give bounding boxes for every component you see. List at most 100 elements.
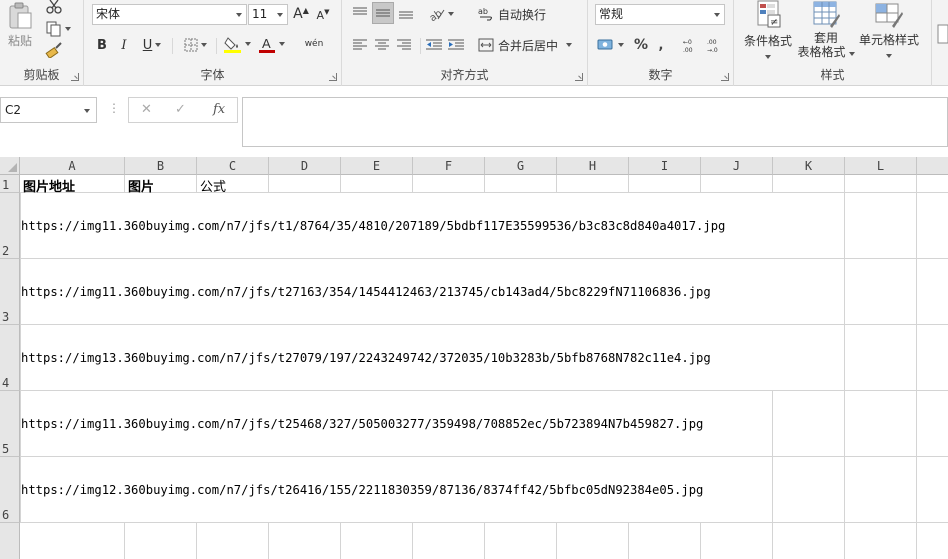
column-header-g[interactable]: G: [485, 157, 557, 175]
row-header-1[interactable]: 1: [0, 175, 20, 193]
increase-decimal-button[interactable]: ←0.00: [680, 35, 702, 55]
align-center-button[interactable]: [372, 35, 392, 55]
cell-a5[interactable]: https://img11.360buyimg.com/n7/jfs/t2546…: [21, 417, 703, 431]
number-launcher-icon[interactable]: [721, 73, 729, 81]
cell-a2[interactable]: https://img11.360buyimg.com/n7/jfs/t1/87…: [21, 219, 725, 233]
paste-button[interactable]: 粘贴: [4, 0, 36, 50]
cell-a1[interactable]: 图片地址: [23, 176, 75, 195]
format-painter-button[interactable]: [42, 41, 66, 59]
formula-input[interactable]: [242, 97, 948, 147]
wrap-text-label: 自动换行: [498, 7, 547, 22]
borders-button[interactable]: [180, 35, 210, 55]
cancel-icon[interactable]: ✕: [141, 102, 152, 117]
increase-font-size-button[interactable]: A ▲: [292, 4, 310, 24]
paste-icon: [9, 2, 32, 28]
italic-icon: I: [121, 37, 127, 53]
decrease-indent-button[interactable]: [424, 35, 444, 55]
column-header-e[interactable]: E: [341, 157, 413, 175]
formula-bar-grip-icon[interactable]: ⋮: [108, 102, 120, 114]
format-as-table-label-2-wrap: 表格格式: [797, 45, 855, 59]
formula-bar-buttons: ✕ ✓ fx: [128, 97, 238, 123]
row-header-4[interactable]: 4: [0, 325, 20, 391]
comma-style-button[interactable]: ,: [652, 35, 670, 55]
column-header-a[interactable]: A: [20, 157, 125, 175]
column-header-k[interactable]: K: [773, 157, 845, 175]
insert-cells-button[interactable]: [936, 22, 948, 46]
ribbon: 粘贴 剪贴板 宋体 11 A ▲ A ▼ B I U A wén 字体 ab a…: [0, 0, 948, 86]
conditional-formatting-button[interactable]: ≠ 条件格式: [738, 0, 798, 62]
orientation-button[interactable]: ab: [426, 3, 456, 25]
alignment-group: ab ab 自动换行 合并后居中 对齐方式: [342, 0, 588, 86]
row-header-6[interactable]: 6: [0, 457, 20, 523]
phonetic-button[interactable]: wén: [296, 33, 332, 55]
format-as-table-icon: [813, 1, 840, 28]
number-group: 常规 % , ←0.00 .00 →.0 数字: [588, 0, 734, 86]
number-format-value: 常规: [599, 7, 624, 21]
number-format-select[interactable]: 常规: [595, 4, 725, 25]
decrease-decimal-button[interactable]: .00 →.0: [704, 35, 726, 55]
align-right-button[interactable]: [394, 35, 414, 55]
font-separator: [172, 38, 173, 54]
column-header-m[interactable]: [917, 157, 948, 175]
clipboard-launcher-icon[interactable]: [71, 73, 79, 81]
fill-color-button[interactable]: [222, 33, 252, 55]
svg-text:.00: .00: [683, 47, 693, 53]
alignment-launcher-icon[interactable]: [575, 73, 583, 81]
orientation-icon: ab: [429, 8, 444, 21]
cell-styles-button[interactable]: 单元格样式: [856, 0, 922, 62]
font-size-value: 11: [252, 7, 268, 21]
column-header-f[interactable]: F: [413, 157, 485, 175]
wrap-text-button[interactable]: ab 自动换行: [478, 3, 558, 25]
font-name-dropdown-icon: [236, 13, 242, 17]
row-header-2[interactable]: 2: [0, 193, 20, 259]
column-header-d[interactable]: D: [269, 157, 341, 175]
select-all-button[interactable]: [0, 157, 20, 175]
increase-indent-button[interactable]: [446, 35, 466, 55]
column-header-b[interactable]: B: [125, 157, 197, 175]
cut-button[interactable]: [42, 0, 66, 14]
cell-a3[interactable]: https://img11.360buyimg.com/n7/jfs/t2716…: [21, 285, 711, 299]
decrease-indent-icon: [426, 39, 442, 50]
column-header-l[interactable]: L: [845, 157, 917, 175]
gridline-col-k: [844, 175, 845, 559]
font-color-button[interactable]: A: [256, 33, 286, 55]
bottom-align-button[interactable]: [396, 2, 416, 24]
italic-button[interactable]: I: [116, 35, 132, 55]
merge-center-button[interactable]: 合并后居中: [478, 35, 578, 55]
wrap-text-icon: ab: [478, 7, 492, 21]
column-header-c[interactable]: C: [197, 157, 269, 175]
format-as-table-button[interactable]: 套用 表格格式: [796, 0, 856, 62]
cell-b1[interactable]: 图片: [128, 176, 154, 195]
cells-group: [932, 0, 948, 86]
font-size-select[interactable]: 11: [248, 4, 288, 25]
top-align-button[interactable]: [350, 2, 370, 24]
format-as-table-label-2: 表格格式: [797, 45, 846, 59]
column-header-i[interactable]: I: [629, 157, 701, 175]
enter-icon[interactable]: ✓: [175, 102, 186, 117]
cells-area[interactable]: 图片地址 图片 公式 https://img11.360buyimg.com/n…: [20, 175, 948, 559]
cell-a6[interactable]: https://img12.360buyimg.com/n7/jfs/t2641…: [21, 483, 703, 497]
phonetic-icon: wén: [304, 39, 324, 49]
row-header-3[interactable]: 3: [0, 259, 20, 325]
underline-button[interactable]: U: [138, 35, 166, 55]
merge-center-label: 合并后居中: [498, 38, 559, 53]
cell-c1[interactable]: 公式: [200, 176, 226, 195]
copy-button[interactable]: [42, 20, 74, 38]
decrease-font-size-button[interactable]: A ▼: [314, 6, 332, 24]
column-header-j[interactable]: J: [701, 157, 773, 175]
insert-function-icon[interactable]: fx: [213, 102, 225, 117]
column-header-h[interactable]: H: [557, 157, 629, 175]
middle-align-button[interactable]: [372, 2, 394, 24]
row-header-7[interactable]: [0, 523, 20, 559]
row-header-4-label: 4: [2, 376, 10, 390]
cell-a4[interactable]: https://img13.360buyimg.com/n7/jfs/t2707…: [21, 351, 711, 365]
row-header-5[interactable]: 5: [0, 391, 20, 457]
bold-button[interactable]: B: [94, 35, 110, 55]
name-box[interactable]: C2: [0, 97, 97, 123]
align-left-button[interactable]: [350, 35, 370, 55]
font-name-select[interactable]: 宋体: [92, 4, 247, 25]
percent-button[interactable]: %: [632, 35, 650, 55]
svg-text:.00: .00: [707, 39, 717, 46]
font-launcher-icon[interactable]: [329, 73, 337, 81]
accounting-format-button[interactable]: [595, 35, 625, 55]
